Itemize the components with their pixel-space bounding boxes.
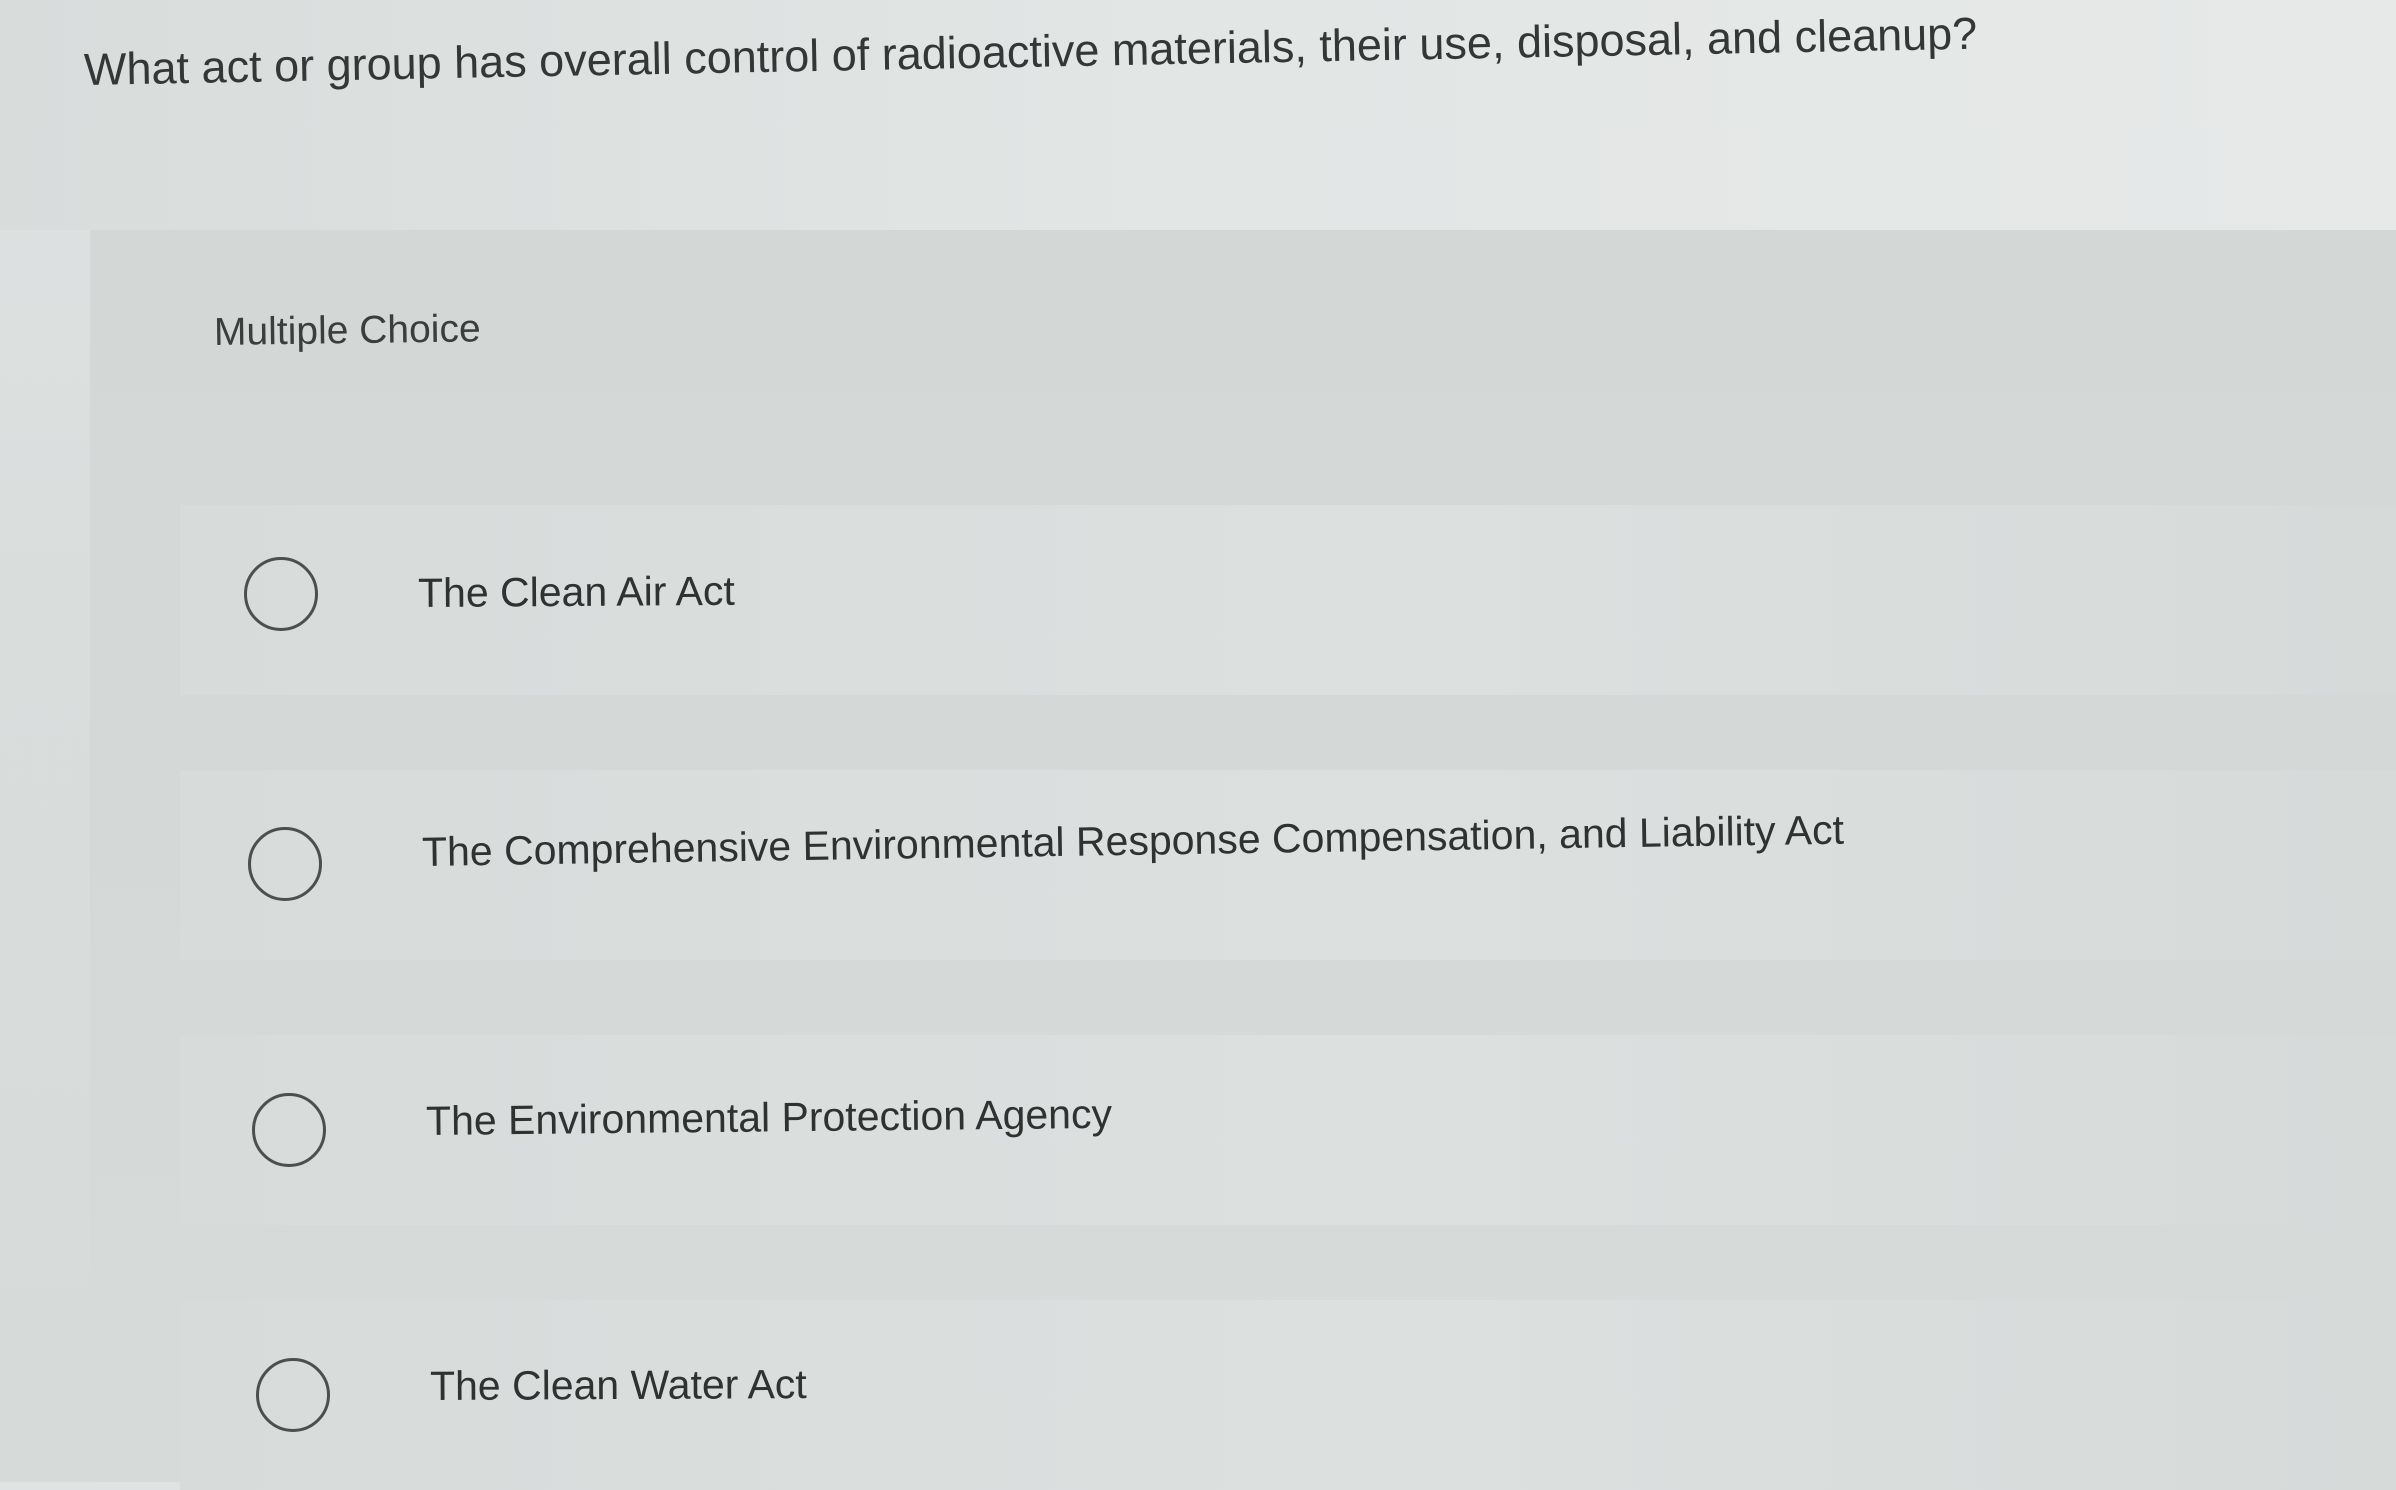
answer-option-label[interactable]: The Comprehensive Environmental Response… [422,804,1845,878]
radio-button[interactable] [252,1093,326,1167]
answer-option-label[interactable]: The Clean Air Act [418,565,735,619]
question-area: What act or group has overall control of… [0,0,2396,230]
question-text: What act or group has overall control of… [83,7,1978,95]
radio-button[interactable] [256,1358,330,1432]
radio-button[interactable] [248,827,322,901]
answer-option-3[interactable]: The Environmental Protection Agency [180,1035,2396,1225]
answer-option-label[interactable]: The Environmental Protection Agency [426,1088,1113,1147]
radio-button[interactable] [244,557,318,631]
answer-option-4[interactable]: The Clean Water Act [180,1300,2396,1490]
answer-option-label[interactable]: The Clean Water Act [430,1358,807,1412]
multiple-choice-panel: Multiple Choice The Clean Air Act The Co… [90,230,2396,1490]
multiple-choice-label: Multiple Choice [213,307,481,354]
answer-option-1[interactable]: The Clean Air Act [180,505,2396,695]
answer-option-2[interactable]: The Comprehensive Environmental Response… [180,770,2396,960]
